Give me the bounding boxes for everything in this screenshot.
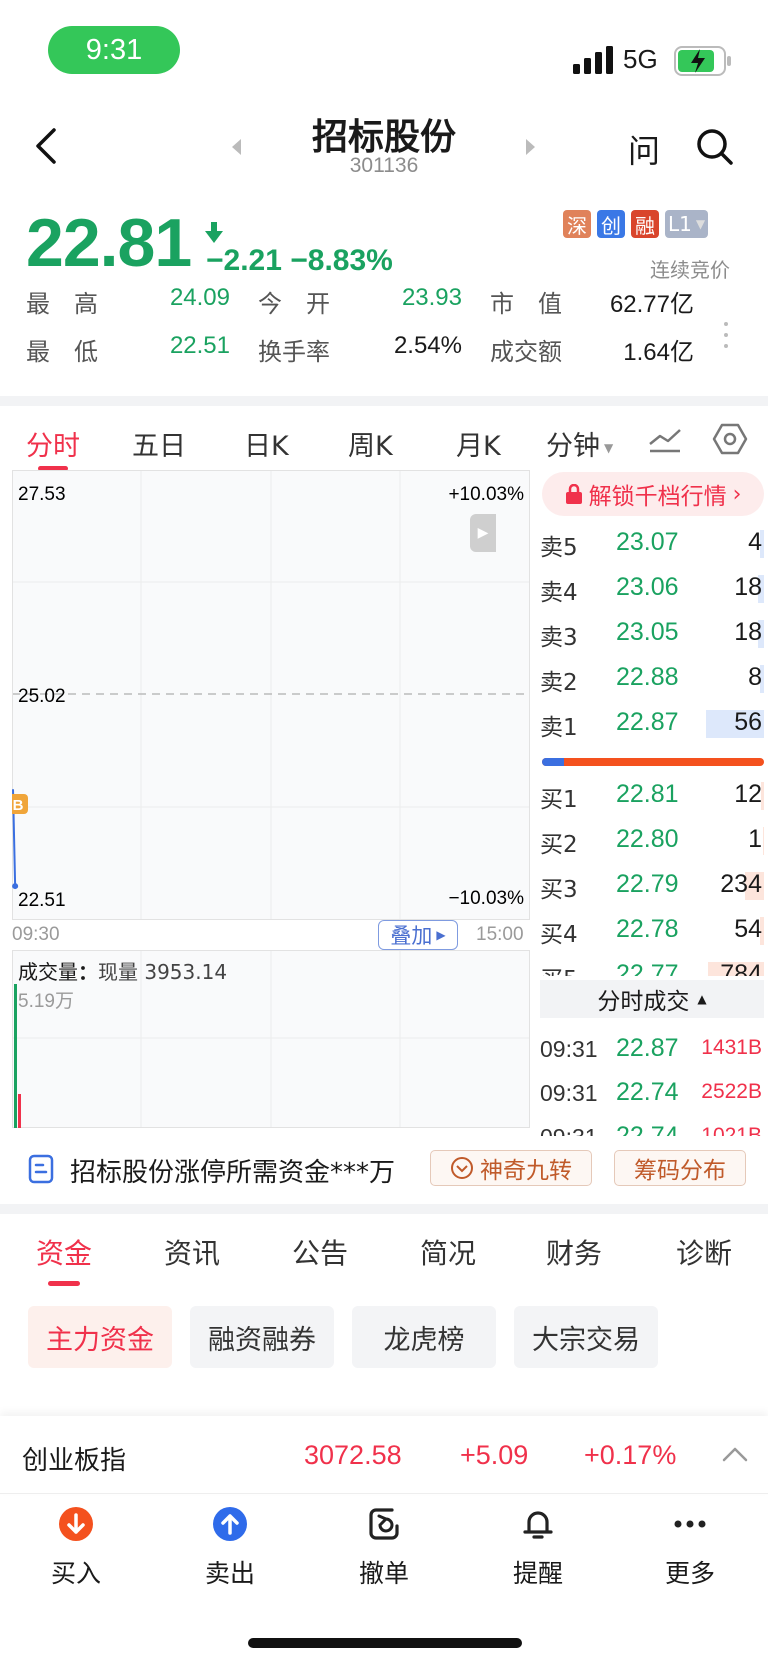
- bid-level-label: 买5: [540, 960, 578, 976]
- volume-bar-0931: [18, 1094, 21, 1128]
- volume-max-label: 5.19万: [18, 991, 74, 1012]
- nine-turn-label: 神奇九转: [480, 1158, 572, 1184]
- sell-button[interactable]: 卖出: [180, 1506, 280, 1590]
- bid-level-label: 买3: [540, 877, 578, 903]
- bid-volume: 54: [734, 915, 762, 943]
- tick-trades-list[interactable]: 09:31 22.87 1431B 09:31 22.74 2522B 09:31 22.74…: [540, 1024, 764, 1136]
- tick-row: 09:31 22.74 2522B: [540, 1068, 764, 1112]
- tick-rows: 09:31 22.87 1431B 09:31 22.74 2522B 09:31 22.74…: [540, 1024, 764, 1136]
- bell-icon: [523, 1511, 553, 1539]
- bid-volume: 1: [748, 825, 762, 853]
- subtab-dragon-tiger[interactable]: 龙虎榜: [352, 1306, 496, 1368]
- tab-news[interactable]: 资讯: [164, 1232, 220, 1272]
- tab-diagnosis[interactable]: 诊断: [676, 1232, 732, 1272]
- sell-icon: [213, 1507, 247, 1541]
- index-change-pct: +0.17%: [584, 1440, 677, 1470]
- bid-row[interactable]: 买5 22.77 784: [540, 954, 764, 976]
- subtab-block-trade[interactable]: 大宗交易: [514, 1306, 658, 1368]
- bid-price: 22.79: [616, 870, 679, 898]
- tick-volume: 1021B: [701, 1124, 762, 1136]
- tick-price: 22.74: [616, 1078, 679, 1106]
- more-label: 更多: [664, 1559, 715, 1588]
- subtab-margin[interactable]: 融资融券: [190, 1306, 334, 1368]
- bid-level-label: 买2: [540, 832, 578, 858]
- buy-icon: [59, 1507, 93, 1541]
- tick-volume: 2522B: [701, 1080, 762, 1103]
- tab-profile[interactable]: 简况: [420, 1232, 476, 1272]
- bid-level-label: 买1: [540, 787, 578, 813]
- buy-button[interactable]: 买入: [26, 1506, 126, 1590]
- tick-time: 09:31: [540, 1080, 598, 1106]
- caret-up-icon: ▲: [697, 992, 707, 1006]
- chevron-circle-icon: [451, 1157, 473, 1179]
- more-button[interactable]: 更多: [640, 1506, 740, 1590]
- tick-price: 22.87: [616, 1034, 679, 1062]
- tick-time: 09:31: [540, 1036, 598, 1062]
- sell-label: 卖出: [204, 1559, 255, 1588]
- tab-funds[interactable]: 资金: [36, 1232, 92, 1272]
- document-icon: [28, 1154, 54, 1184]
- bid-row[interactable]: 买4 22.78 54: [540, 909, 764, 954]
- tick-volume: 1431B: [701, 1036, 762, 1059]
- section-divider: [0, 1204, 768, 1214]
- buy-label: 买入: [50, 1559, 101, 1588]
- volume-bar-0930: [14, 984, 17, 1128]
- nine-turn-button[interactable]: 神奇九转: [430, 1150, 592, 1186]
- chip-distribution-button[interactable]: 筹码分布: [614, 1150, 746, 1186]
- buy-sell-ratio-bar: [542, 758, 764, 766]
- tick-trades-header[interactable]: 分时成交 ▲: [540, 980, 764, 1018]
- bid-price: 22.81: [616, 780, 679, 808]
- index-name: 创业板指: [22, 1446, 127, 1476]
- home-indicator: [248, 1638, 522, 1648]
- tick-row: 09:31 22.87 1431B: [540, 1024, 764, 1068]
- bid-volume-bar: [763, 827, 764, 855]
- limit-up-funds-link[interactable]: 招标股份涨停所需资金***万: [70, 1152, 395, 1189]
- tab-announcements[interactable]: 公告: [292, 1232, 348, 1272]
- tick-trades-label: 分时成交: [597, 989, 690, 1015]
- index-value: 3072.58: [304, 1440, 402, 1470]
- bid-price: 22.80: [616, 825, 679, 853]
- subtab-main-funds[interactable]: 主力资金: [28, 1306, 172, 1368]
- tick-price: 22.74: [616, 1122, 679, 1136]
- bid-price: 22.78: [616, 915, 679, 943]
- cancel-order-button[interactable]: 撤单: [334, 1506, 434, 1590]
- cancel-order-icon: [369, 1508, 399, 1540]
- bid-price: 22.77: [616, 960, 679, 976]
- chevron-up-icon[interactable]: [722, 1446, 748, 1462]
- tab-funds-underline: [48, 1281, 80, 1286]
- cancel-order-label: 撤单: [358, 1559, 409, 1588]
- buy-ratio-fill: [542, 758, 565, 766]
- order-book-clip: 买1 22.81 12 买2 22.80 1 买3 22.79 234 买4 22.78 54 买5 22…: [0, 0, 768, 976]
- bid-row[interactable]: 买2 22.80 1: [540, 819, 764, 864]
- more-icon: [674, 1520, 706, 1528]
- bid-row[interactable]: 买3 22.79 234: [540, 864, 764, 909]
- alert-button[interactable]: 提醒: [488, 1506, 588, 1590]
- alert-label: 提醒: [512, 1559, 563, 1588]
- bid-volume: 234: [720, 870, 762, 898]
- bid-volume: 784: [720, 960, 762, 976]
- bid-level-label: 买4: [540, 922, 578, 948]
- tick-time: 09:31: [540, 1124, 598, 1136]
- bid-volume: 12: [734, 780, 762, 808]
- index-change: +5.09: [460, 1440, 529, 1470]
- bid-row[interactable]: 买1 22.81 12: [540, 774, 764, 819]
- tab-finance[interactable]: 财务: [546, 1232, 602, 1272]
- tick-row: 09:31 22.74 1021B: [540, 1112, 764, 1136]
